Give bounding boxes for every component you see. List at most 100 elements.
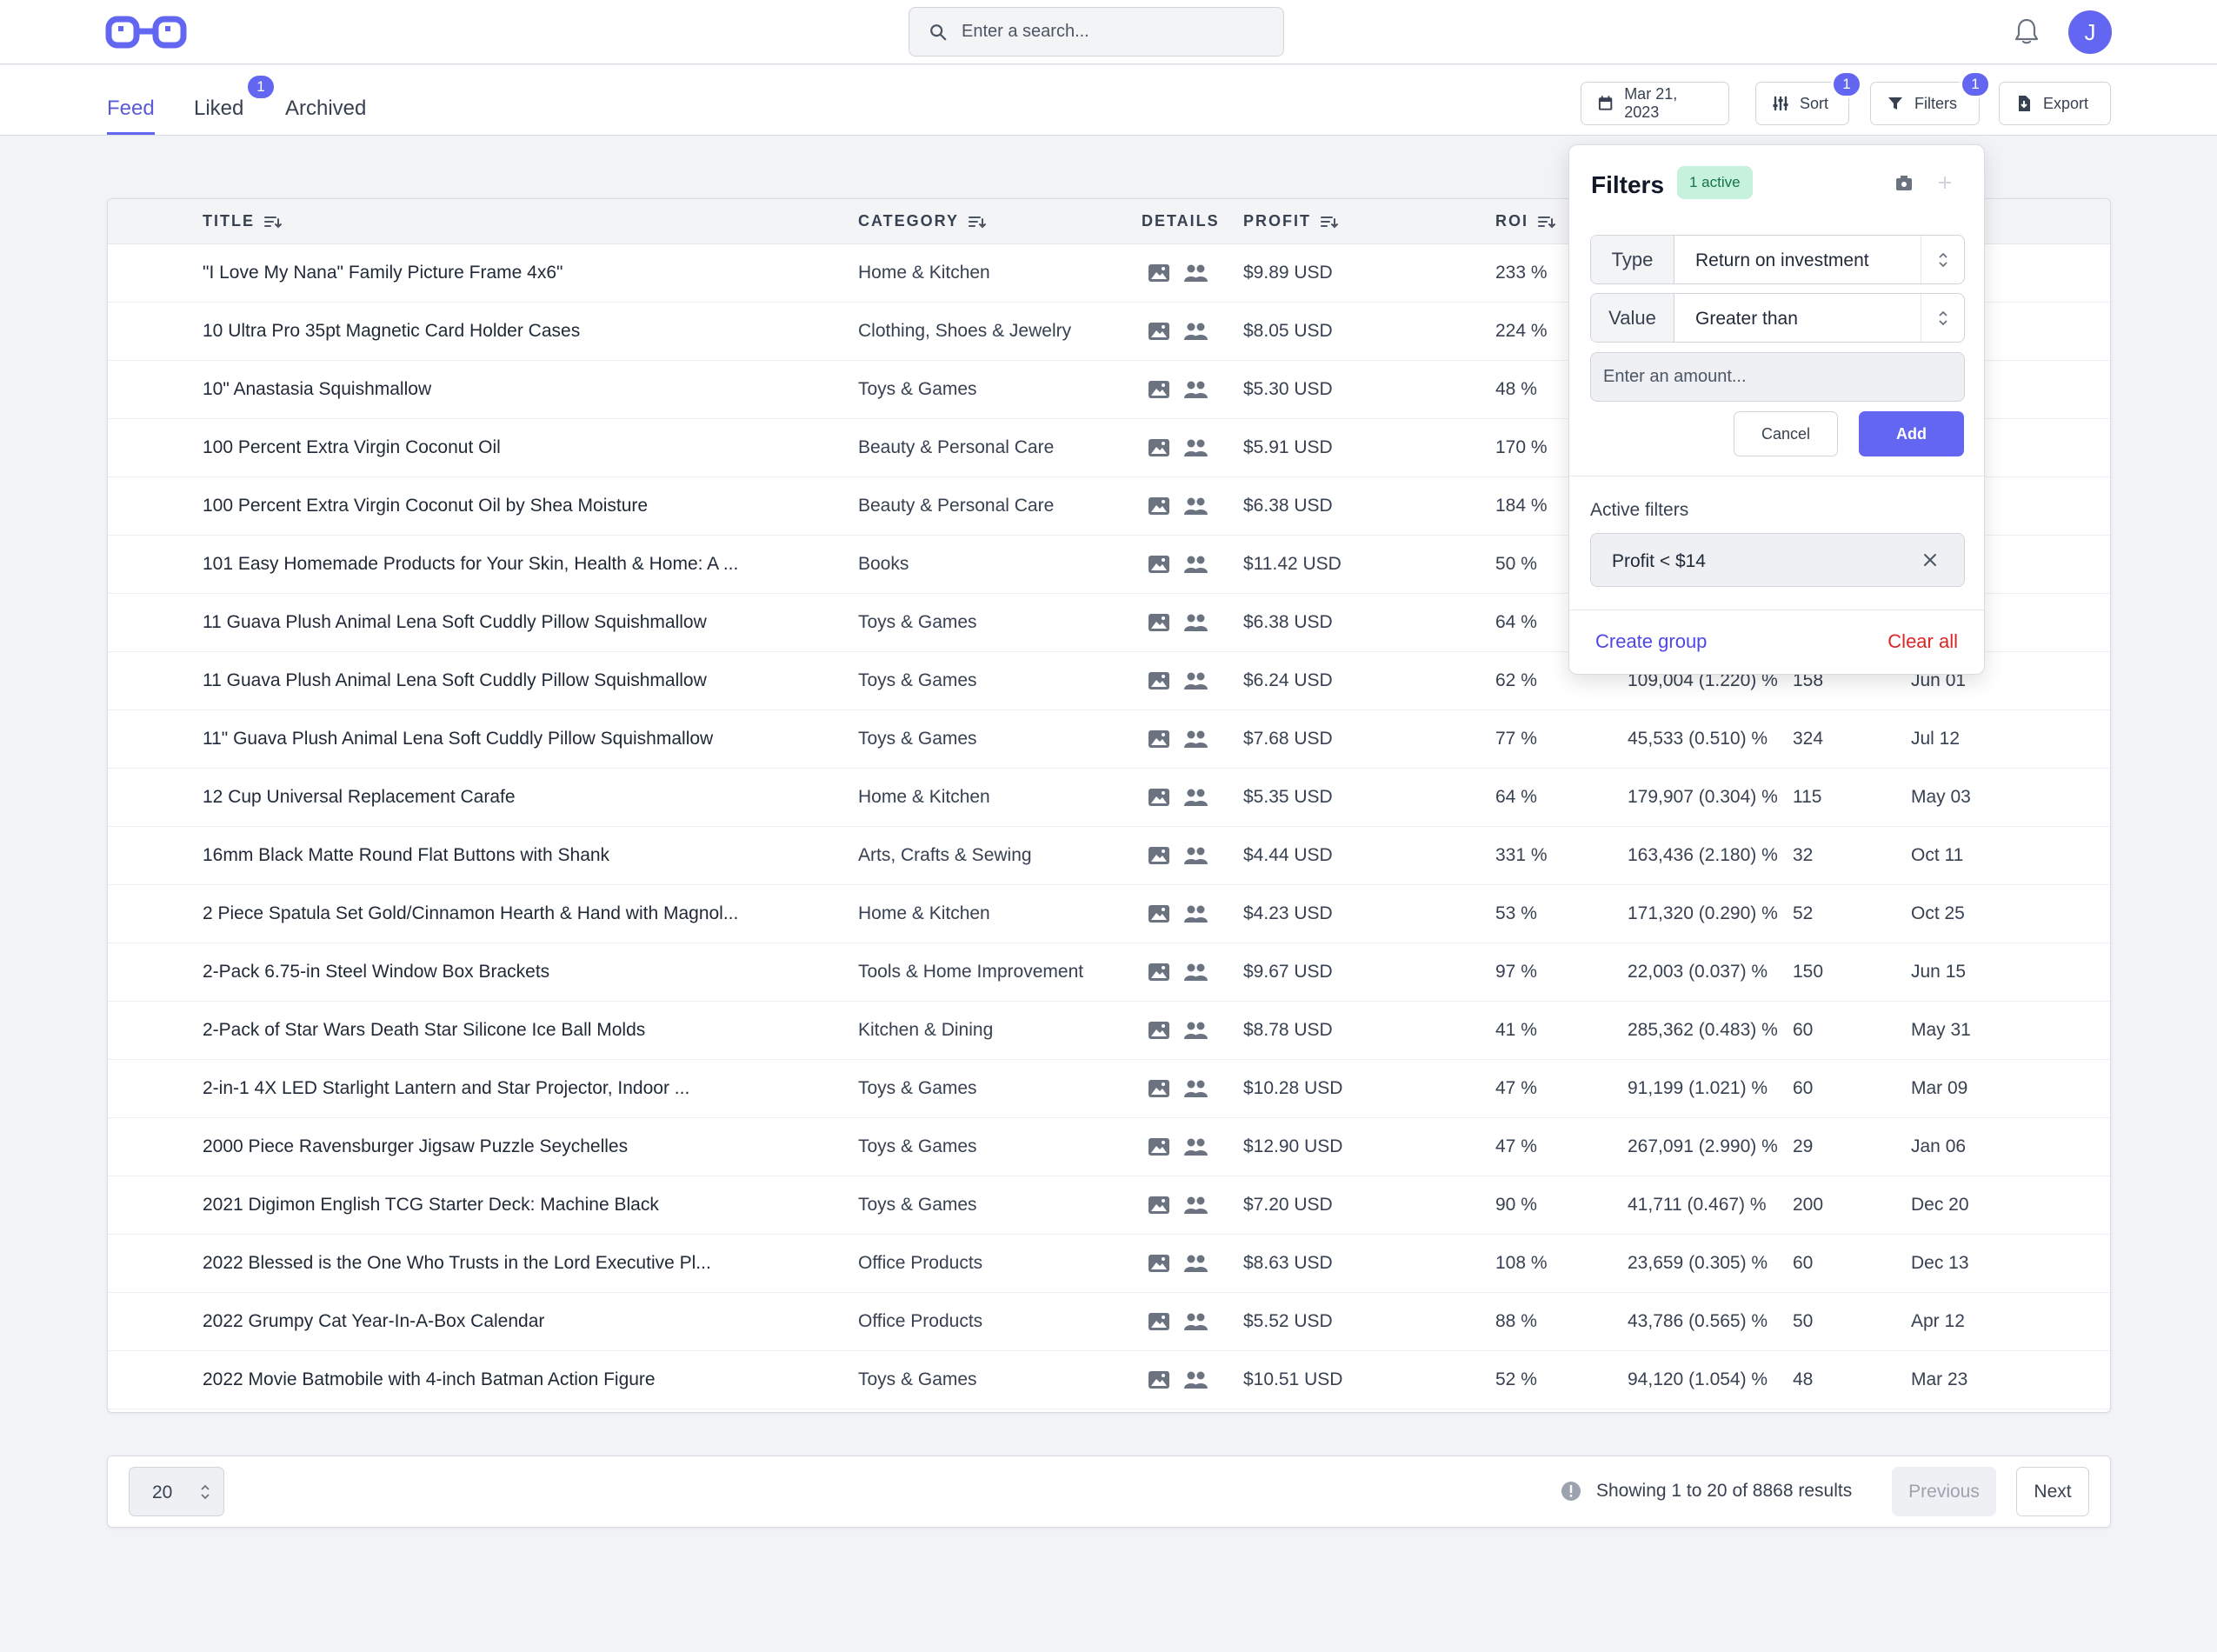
date-picker-button[interactable]: Mar 21, 2023 — [1581, 82, 1729, 125]
export-button[interactable]: Export — [1999, 82, 2111, 125]
search-box[interactable] — [909, 7, 1284, 57]
table-row[interactable]: 2 Piece Spatula Set Gold/Cinnamon Hearth… — [108, 885, 2110, 943]
users-icon[interactable] — [1183, 729, 1208, 749]
tab-archived[interactable]: Archived — [285, 97, 366, 135]
users-icon[interactable] — [1183, 671, 1208, 690]
users-icon[interactable] — [1183, 1079, 1208, 1098]
table-row[interactable]: 16mm Black Matte Round Flat Buttons with… — [108, 827, 2110, 885]
table-row[interactable]: 2-Pack 6.75-in Steel Window Box Brackets… — [108, 943, 2110, 1002]
users-icon[interactable] — [1183, 1370, 1208, 1389]
header-category[interactable]: CATEGORY — [858, 212, 987, 230]
glasses-logo-icon[interactable] — [104, 14, 188, 50]
table-row[interactable]: 2022 Grumpy Cat Year-In-A-Box Calendar Of… — [108, 1293, 2110, 1351]
image-icon[interactable] — [1148, 1196, 1170, 1215]
value-select[interactable]: Value Greater than — [1590, 293, 1965, 343]
image-icon[interactable] — [1148, 1137, 1170, 1156]
row-title[interactable]: 2-Pack 6.75-in Steel Window Box Brackets — [203, 962, 549, 983]
table-row[interactable]: 2-in-1 4X LED Starlight Lantern and Star… — [108, 1060, 2110, 1118]
row-title[interactable]: 2 Piece Spatula Set Gold/Cinnamon Hearth… — [203, 903, 738, 924]
row-title[interactable]: 2000 Piece Ravensburger Jigsaw Puzzle Se… — [203, 1136, 628, 1157]
users-icon[interactable] — [1183, 1137, 1208, 1156]
user-avatar[interactable]: J — [2068, 10, 2112, 54]
type-select[interactable]: Type Return on investment — [1590, 235, 1965, 284]
row-title[interactable]: 16mm Black Matte Round Flat Buttons with… — [203, 845, 609, 866]
table-row[interactable]: 11" Guava Plush Animal Lena Soft Cuddly … — [108, 710, 2110, 769]
row-title[interactable]: 2022 Grumpy Cat Year-In-A-Box Calendar — [203, 1311, 544, 1332]
users-icon[interactable] — [1183, 613, 1208, 632]
image-icon[interactable] — [1148, 380, 1170, 399]
users-icon[interactable] — [1183, 496, 1208, 516]
per-page-select[interactable]: 20 — [129, 1467, 224, 1516]
row-title[interactable]: 2-Pack of Star Wars Death Star Silicone … — [203, 1020, 645, 1041]
plus-icon[interactable] — [1936, 174, 1954, 191]
image-icon[interactable] — [1148, 613, 1170, 632]
users-icon[interactable] — [1183, 1312, 1208, 1331]
users-icon[interactable] — [1183, 788, 1208, 807]
table-row[interactable]: 2021 Digimon English TCG Starter Deck: M… — [108, 1176, 2110, 1235]
image-icon[interactable] — [1148, 729, 1170, 749]
users-icon[interactable] — [1183, 380, 1208, 399]
image-icon[interactable] — [1148, 438, 1170, 457]
row-title[interactable]: 2-in-1 4X LED Starlight Lantern and Star… — [203, 1078, 689, 1099]
row-title[interactable]: 101 Easy Homemade Products for Your Skin… — [203, 554, 738, 575]
users-icon[interactable] — [1183, 438, 1208, 457]
users-icon[interactable] — [1183, 1254, 1208, 1273]
clear-all-link[interactable]: Clear all — [1887, 630, 1958, 653]
row-roi: 224 % — [1495, 321, 1548, 341]
image-icon[interactable] — [1148, 1254, 1170, 1273]
image-icon[interactable] — [1148, 904, 1170, 923]
users-icon[interactable] — [1183, 1196, 1208, 1215]
header-profit[interactable]: PROFIT — [1243, 212, 1339, 230]
next-button[interactable]: Next — [2016, 1467, 2089, 1516]
image-icon[interactable] — [1148, 846, 1170, 865]
table-row[interactable]: 2022 Blessed is the One Who Trusts in th… — [108, 1235, 2110, 1293]
header-title[interactable]: TITLE — [203, 212, 283, 230]
table-row[interactable]: 12 Cup Universal Replacement Carafe Home … — [108, 769, 2110, 827]
amount-input[interactable] — [1590, 352, 1965, 402]
users-icon[interactable] — [1183, 263, 1208, 283]
row-title[interactable]: 10 Ultra Pro 35pt Magnetic Card Holder C… — [203, 321, 580, 342]
image-icon[interactable] — [1148, 671, 1170, 690]
close-icon[interactable] — [1922, 552, 1938, 568]
users-icon[interactable] — [1183, 904, 1208, 923]
row-title[interactable]: 11 Guava Plush Animal Lena Soft Cuddly P… — [203, 670, 707, 691]
users-icon[interactable] — [1183, 322, 1208, 341]
row-title[interactable]: 10" Anastasia Squishmallow — [203, 379, 431, 400]
image-icon[interactable] — [1148, 263, 1170, 283]
row-title[interactable]: "I Love My Nana" Family Picture Frame 4x… — [203, 263, 563, 283]
bell-icon[interactable] — [2014, 17, 2040, 45]
tab-feed[interactable]: Feed — [107, 97, 155, 135]
image-icon[interactable] — [1148, 1370, 1170, 1389]
tab-liked[interactable]: Liked — [194, 97, 243, 135]
image-icon[interactable] — [1148, 322, 1170, 341]
row-title[interactable]: 100 Percent Extra Virgin Coconut Oil — [203, 437, 501, 458]
row-title[interactable]: 100 Percent Extra Virgin Coconut Oil by … — [203, 496, 648, 516]
image-icon[interactable] — [1148, 1079, 1170, 1098]
users-icon[interactable] — [1183, 555, 1208, 574]
row-title[interactable]: 12 Cup Universal Replacement Carafe — [203, 787, 516, 808]
table-row[interactable]: 2022 Movie Batmobile with 4-inch Batman … — [108, 1351, 2110, 1409]
add-filter-button[interactable]: Add — [1859, 411, 1964, 456]
save-filter-icon[interactable] — [1894, 174, 1914, 193]
search-input[interactable] — [962, 22, 1257, 42]
row-title[interactable]: 2021 Digimon English TCG Starter Deck: M… — [203, 1195, 659, 1216]
image-icon[interactable] — [1148, 555, 1170, 574]
table-row[interactable]: 2-Pack of Star Wars Death Star Silicone … — [108, 1002, 2110, 1060]
image-icon[interactable] — [1148, 1021, 1170, 1040]
image-icon[interactable] — [1148, 963, 1170, 982]
row-title[interactable]: 2022 Movie Batmobile with 4-inch Batman … — [203, 1369, 656, 1390]
users-icon[interactable] — [1183, 963, 1208, 982]
row-title[interactable]: 11 Guava Plush Animal Lena Soft Cuddly P… — [203, 612, 707, 633]
users-icon[interactable] — [1183, 846, 1208, 865]
image-icon[interactable] — [1148, 1312, 1170, 1331]
row-title[interactable]: 11" Guava Plush Animal Lena Soft Cuddly … — [203, 729, 713, 749]
previous-button[interactable]: Previous — [1892, 1467, 1996, 1516]
cancel-button[interactable]: Cancel — [1734, 411, 1838, 456]
create-group-link[interactable]: Create group — [1595, 630, 1707, 653]
header-roi[interactable]: ROI — [1495, 212, 1556, 230]
image-icon[interactable] — [1148, 788, 1170, 807]
users-icon[interactable] — [1183, 1021, 1208, 1040]
image-icon[interactable] — [1148, 496, 1170, 516]
row-title[interactable]: 2022 Blessed is the One Who Trusts in th… — [203, 1253, 711, 1274]
table-row[interactable]: 2000 Piece Ravensburger Jigsaw Puzzle Se… — [108, 1118, 2110, 1176]
